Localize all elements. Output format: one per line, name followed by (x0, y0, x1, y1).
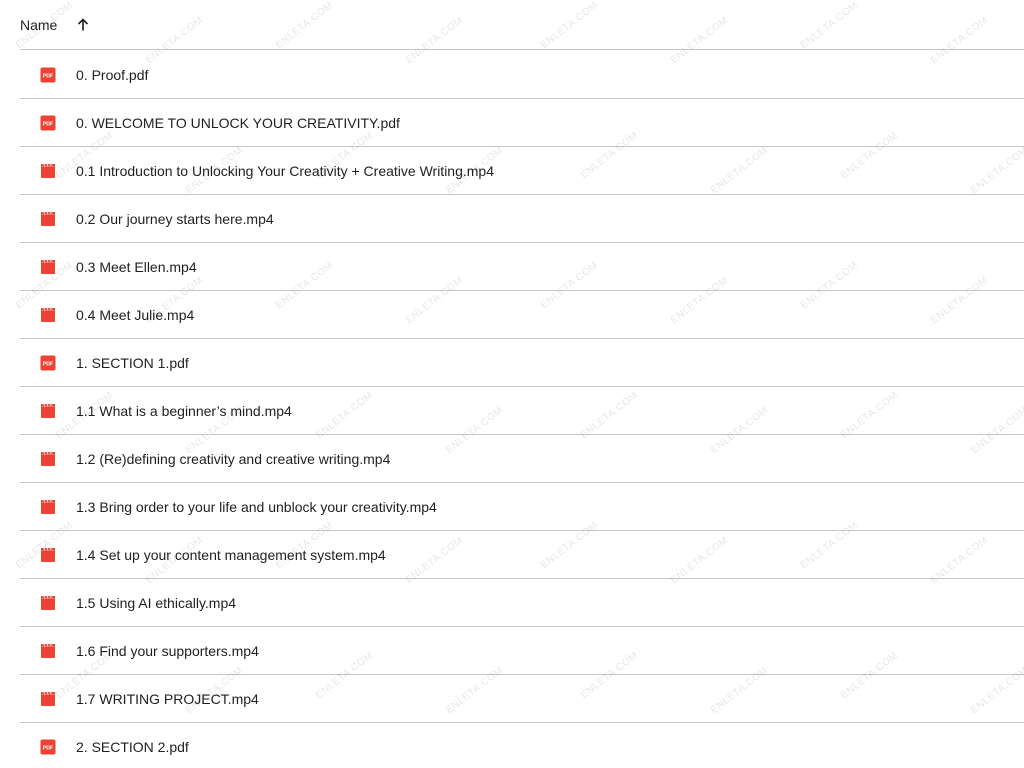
pdf-icon-label: PDF (43, 745, 53, 751)
file-name: 0.3 Meet Ellen.mp4 (76, 258, 197, 275)
file-name: 1.6 Find your supporters.mp4 (76, 642, 259, 659)
video-icon (40, 547, 56, 563)
drive-file-list-page: Name PDF 0. Proof.pdf PDF 0. WELCOME TO UNL… (0, 0, 1024, 768)
video-icon (40, 259, 56, 275)
video-icon (40, 211, 56, 227)
video-icon (40, 163, 56, 179)
file-row[interactable]: 1.5 Using AI ethically.mp4 (20, 579, 1024, 627)
pdf-icon: PDF (40, 115, 56, 131)
pdf-icon: PDF (40, 355, 56, 371)
pdf-icon-label: PDF (43, 73, 53, 79)
file-row[interactable]: 1.4 Set up your content management syste… (20, 531, 1024, 579)
file-name: 1.1 What is a beginner’s mind.mp4 (76, 402, 292, 419)
pdf-icon-label: PDF (43, 361, 53, 367)
file-name: 1.2 (Re)defining creativity and creative… (76, 450, 391, 467)
video-icon (40, 691, 56, 707)
video-icon (40, 307, 56, 323)
file-name: 0.2 Our journey starts here.mp4 (76, 210, 274, 227)
file-name: 1.3 Bring order to your life and unblock… (76, 498, 437, 515)
file-row[interactable]: 0.4 Meet Julie.mp4 (20, 291, 1024, 339)
file-name: 1.4 Set up your content management syste… (76, 546, 386, 563)
video-icon (40, 643, 56, 659)
file-row[interactable]: 1.3 Bring order to your life and unblock… (20, 483, 1024, 531)
file-row[interactable]: PDF 0. Proof.pdf (20, 51, 1024, 99)
video-icon (40, 595, 56, 611)
video-icon (40, 403, 56, 419)
file-name: 2. SECTION 2.pdf (76, 739, 189, 755)
file-name: 1.7 WRITING PROJECT.mp4 (76, 690, 259, 707)
file-name: 1. SECTION 1.pdf (76, 354, 189, 371)
list-header: Name (20, 0, 1024, 50)
file-list: PDF 0. Proof.pdf PDF 0. WELCOME TO UNLOCK Y… (20, 51, 1024, 768)
video-icon (40, 451, 56, 467)
file-row[interactable]: 1.7 WRITING PROJECT.mp4 (20, 675, 1024, 723)
file-row[interactable]: 0.2 Our journey starts here.mp4 (20, 195, 1024, 243)
file-row[interactable]: 1.1 What is a beginner’s mind.mp4 (20, 387, 1024, 435)
file-row[interactable]: 1.2 (Re)defining creativity and creative… (20, 435, 1024, 483)
file-row[interactable]: PDF 2. SECTION 2.pdf (20, 723, 1024, 768)
file-row[interactable]: PDF 1. SECTION 1.pdf (20, 339, 1024, 387)
file-row[interactable]: PDF 0. WELCOME TO UNLOCK YOUR CREATIVITY.… (20, 99, 1024, 147)
name-column-header[interactable]: Name (20, 17, 57, 33)
video-icon (40, 499, 56, 515)
file-name: 0.4 Meet Julie.mp4 (76, 306, 195, 323)
file-name: 0.1 Introduction to Unlocking Your Creat… (76, 162, 495, 179)
file-row[interactable]: 1.6 Find your supporters.mp4 (20, 627, 1024, 675)
arrow-up-icon[interactable] (75, 17, 91, 33)
file-name: 0. WELCOME TO UNLOCK YOUR CREATIVITY.pdf (76, 114, 400, 131)
pdf-icon: PDF (40, 67, 56, 83)
file-name: 1.5 Using AI ethically.mp4 (76, 594, 237, 611)
file-row[interactable]: 0.1 Introduction to Unlocking Your Creat… (20, 147, 1024, 195)
file-name: 0. Proof.pdf (76, 66, 149, 83)
file-row[interactable]: 0.3 Meet Ellen.mp4 (20, 243, 1024, 291)
pdf-icon: PDF (40, 739, 56, 755)
pdf-icon-label: PDF (43, 121, 53, 127)
